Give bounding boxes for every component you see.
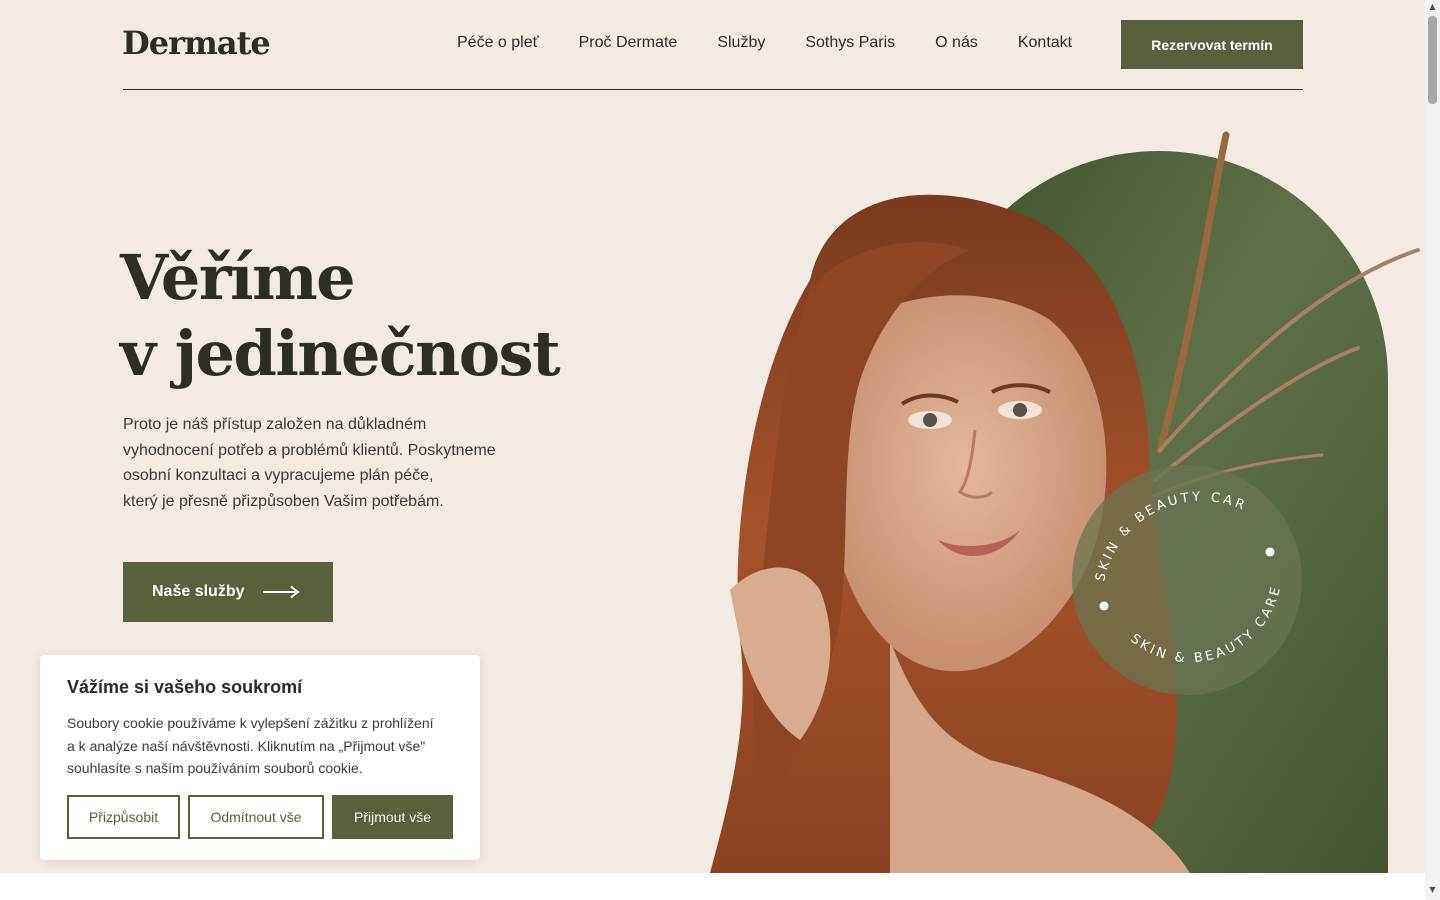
hero-description-line: který je přesně přizpůsoben Vašim potřeb… [123,493,444,511]
scrollbar-thumb[interactable] [1428,16,1437,104]
hero-description: Proto je náš přístup založen na důkladné… [123,412,543,515]
cookie-consent-banner: Vážíme si vašeho soukromí Soubory cookie… [40,655,480,860]
nav-item-o-nas[interactable]: O nás [935,33,978,53]
cookie-text-line: Soubory cookie používáme k vylepšení záž… [67,715,434,731]
cookie-text-line: souhlasíte s naším používáním souborů co… [67,760,363,776]
cookie-reject-all-button[interactable]: Odmítnout vše [188,795,324,839]
our-services-button[interactable]: Naše služby [123,562,333,622]
cookie-title: Vážíme si vašeho soukromí [67,677,303,697]
vertical-scrollbar[interactable] [1425,0,1440,900]
nav-item-sluzby[interactable]: Služby [717,33,765,53]
main-nav: Péče o pleť Proč Dermate Služby Sothys P… [437,33,1112,53]
hero-title: Věříme v jedinečnost [120,240,561,392]
page-bottom-strip [0,873,1425,900]
cookie-text: Soubory cookie používáme k vylepšení záž… [67,712,467,780]
hero-description-line: vyhodnocení potřeb a problémů klientů. P… [123,441,496,459]
header-divider [123,89,1303,90]
logo[interactable]: Dermate [122,24,271,62]
hero-title-line-1: Věříme [120,241,356,314]
cookie-customize-button[interactable]: Přizpůsobit [67,795,180,839]
arrow-right-icon [263,585,301,599]
our-services-label: Naše služby [152,583,245,600]
nav-item-pece-o-plet[interactable]: Péče o pleť [457,33,539,53]
book-appointment-button[interactable]: Rezervovat termín [1121,20,1303,69]
nav-item-proc-dermate[interactable]: Proč Dermate [579,33,678,53]
hero-description-line: Proto je náš přístup založen na důkladné… [123,416,427,433]
page: Dermate Péče o pleť Proč Dermate Služby … [0,0,1425,873]
cookie-accept-all-button[interactable]: Přijmout vše [332,795,453,839]
hero-description-line: osobní konzultaci a vypracujeme plán péč… [123,467,434,485]
nav-item-kontakt[interactable]: Kontakt [1018,33,1072,53]
cookie-text-line: a k analýze naší návštěvnosti. Kliknutím… [67,737,426,754]
hero-title-line-2: v jedinečnost [120,317,561,390]
nav-item-sothys-paris[interactable]: Sothys Paris [805,33,895,53]
scroll-down-arrow-icon[interactable]: ▼ [1428,886,1437,894]
hero-visual: SKIN & BEAUTY CARE SKIN & BEAUTY CARE [690,120,1425,873]
scroll-up-arrow-icon[interactable]: ▲ [1428,3,1437,11]
